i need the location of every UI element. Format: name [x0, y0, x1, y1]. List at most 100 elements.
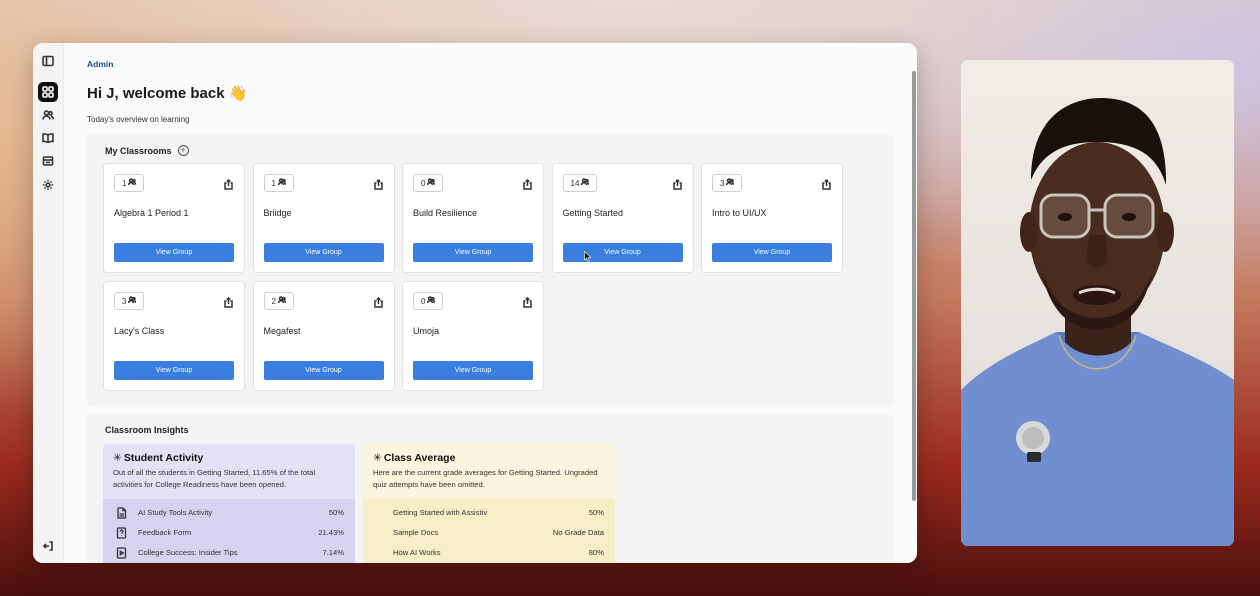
view-group-button[interactable]: View Group [413, 243, 533, 262]
activity-row[interactable]: College Success: Insider Tips 7.14% [103, 543, 355, 563]
mouse-cursor-icon [584, 251, 592, 262]
class-average-list: Getting Started with Assistiv 50% Sample D… [363, 499, 615, 563]
share-icon[interactable] [522, 177, 533, 190]
grade-row[interactable]: How AI Works 80% [363, 543, 615, 563]
classroom-card[interactable]: 0 Build Resilience View Group [402, 163, 544, 273]
share-icon[interactable] [373, 177, 384, 190]
member-count-badge: 2 [263, 292, 294, 310]
view-group-button[interactable]: View Group [562, 243, 683, 262]
classroom-name: Umoja [413, 326, 440, 336]
document-icon [116, 507, 127, 519]
grade-row[interactable]: Getting Started with Assistiv 50% [363, 503, 615, 523]
library-icon[interactable] [38, 151, 58, 171]
assignment-label: Getting Started with Assistiv [393, 508, 488, 517]
my-classrooms-panel: My Classrooms + 1 Algebra 1 Period 1 View … [87, 134, 894, 407]
presenter-image [961, 98, 1234, 546]
member-count-badge: 1 [114, 174, 145, 192]
share-icon[interactable] [223, 295, 234, 308]
classroom-card[interactable]: 3 Lacy's Class View Group [103, 281, 245, 391]
webcam-feed [961, 60, 1234, 546]
activity-value: 21.43% [318, 528, 344, 537]
student-activity-description: Out of all the students in Getting Start… [113, 468, 316, 489]
member-count-badge: 14 [562, 174, 598, 192]
share-icon[interactable] [672, 177, 683, 190]
people-icon [427, 296, 436, 306]
view-group-button[interactable]: View Group [263, 361, 384, 380]
main-content: Admin Hi J, welcome back 👋 Today's overv… [64, 43, 917, 563]
classroom-name: Briidge [263, 208, 292, 218]
my-classrooms-heading: My Classrooms [105, 145, 172, 156]
member-count-badge: 0 [413, 292, 444, 310]
sparkle-icon: ✳ [113, 452, 122, 464]
activity-value: 7.14% [322, 548, 344, 557]
class-average-description: Here are the current grade averages for … [373, 468, 598, 489]
classroom-card[interactable]: 1 Briidge View Group [252, 163, 395, 273]
classroom-name: Intro to UI/UX [712, 208, 767, 218]
member-count-badge: 1 [263, 174, 294, 192]
classroom-name: Algebra 1 Period 1 [114, 208, 189, 218]
student-activity-list: AI Study Tools Activity 50% Feedback Form 2… [103, 499, 355, 563]
activity-label: AI Study Tools Activity [138, 508, 213, 517]
class-average-title: ✳ Class Average [373, 452, 456, 464]
share-icon[interactable] [223, 177, 234, 190]
dashboard-icon[interactable] [38, 82, 58, 102]
classroom-name: Getting Started [562, 208, 624, 218]
classroom-card[interactable]: 3 Intro to UI/UX View Group [701, 163, 843, 273]
assignment-label: How AI Works [393, 548, 441, 557]
view-group-button[interactable]: View Group [263, 243, 384, 262]
logout-icon[interactable] [38, 536, 58, 556]
activity-label: College Success: Insider Tips [138, 548, 238, 557]
grade-row[interactable]: Sample Docs No Grade Data [363, 523, 615, 543]
people-icon [277, 296, 287, 306]
share-icon[interactable] [821, 177, 832, 190]
classroom-name: Lacy's Class [114, 326, 165, 336]
classroom-card[interactable]: 0 Umoja View Group [402, 281, 544, 391]
share-icon[interactable] [522, 295, 533, 308]
grade-value: No Grade Data [552, 528, 604, 537]
classroom-card[interactable]: 14 Getting Started View Group [551, 163, 694, 273]
classroom-insights-panel: Classroom Insights ✳ Student Activity Ou… [87, 414, 894, 563]
classroom-card[interactable]: 2 Megafest View Group [252, 281, 395, 391]
page-subtitle: Today's overview on learning [87, 115, 190, 124]
member-count-badge: 0 [413, 174, 444, 192]
assignment-label: Sample Docs [393, 528, 439, 537]
view-group-button[interactable]: View Group [114, 243, 234, 262]
student-activity-title: ✳ Student Activity [113, 452, 204, 464]
users-icon[interactable] [38, 105, 58, 125]
vertical-scrollbar[interactable] [912, 71, 916, 501]
add-classroom-icon[interactable]: + [177, 145, 189, 156]
activity-row[interactable]: AI Study Tools Activity 50% [103, 503, 355, 523]
people-icon [277, 178, 287, 188]
student-activity-card: ✳ Student Activity Out of all the studen… [103, 444, 355, 563]
view-group-button[interactable]: View Group [712, 243, 832, 262]
video-icon [116, 547, 127, 559]
member-count-badge: 3 [114, 292, 145, 310]
question-icon [116, 527, 127, 539]
book-icon[interactable] [38, 128, 58, 148]
people-icon [726, 178, 735, 188]
class-average-card: ✳ Class Average Here are the current gra… [363, 444, 615, 563]
view-group-button[interactable]: View Group [114, 361, 234, 380]
sparkle-icon: ✳ [373, 452, 382, 464]
people-icon [427, 178, 436, 188]
classroom-card[interactable]: 1 Algebra 1 Period 1 View Group [103, 163, 245, 273]
app-window: Admin Hi J, welcome back 👋 Today's overv… [33, 43, 917, 563]
my-classrooms-header: My Classrooms + [105, 145, 189, 156]
page-title: Hi J, welcome back 👋 [87, 85, 248, 102]
sidebar-toggle-icon[interactable] [38, 51, 58, 71]
settings-gear-icon[interactable] [38, 175, 58, 195]
share-icon[interactable] [373, 295, 384, 308]
grade-value: 50% [588, 508, 604, 517]
classroom-name: Megafest [263, 326, 301, 336]
classroom-name: Build Resilience [413, 208, 478, 218]
activity-row[interactable]: Feedback Form 21.43% [103, 523, 355, 543]
member-count-badge: 3 [712, 174, 743, 192]
breadcrumb[interactable]: Admin [87, 59, 113, 69]
classroom-insights-heading: Classroom Insights [105, 425, 189, 435]
view-group-button[interactable]: View Group [413, 361, 533, 380]
sidebar [33, 43, 64, 563]
activity-label: Feedback Form [138, 528, 192, 537]
activity-value: 50% [328, 508, 344, 517]
grade-value: 80% [588, 548, 604, 557]
people-icon [128, 178, 137, 188]
